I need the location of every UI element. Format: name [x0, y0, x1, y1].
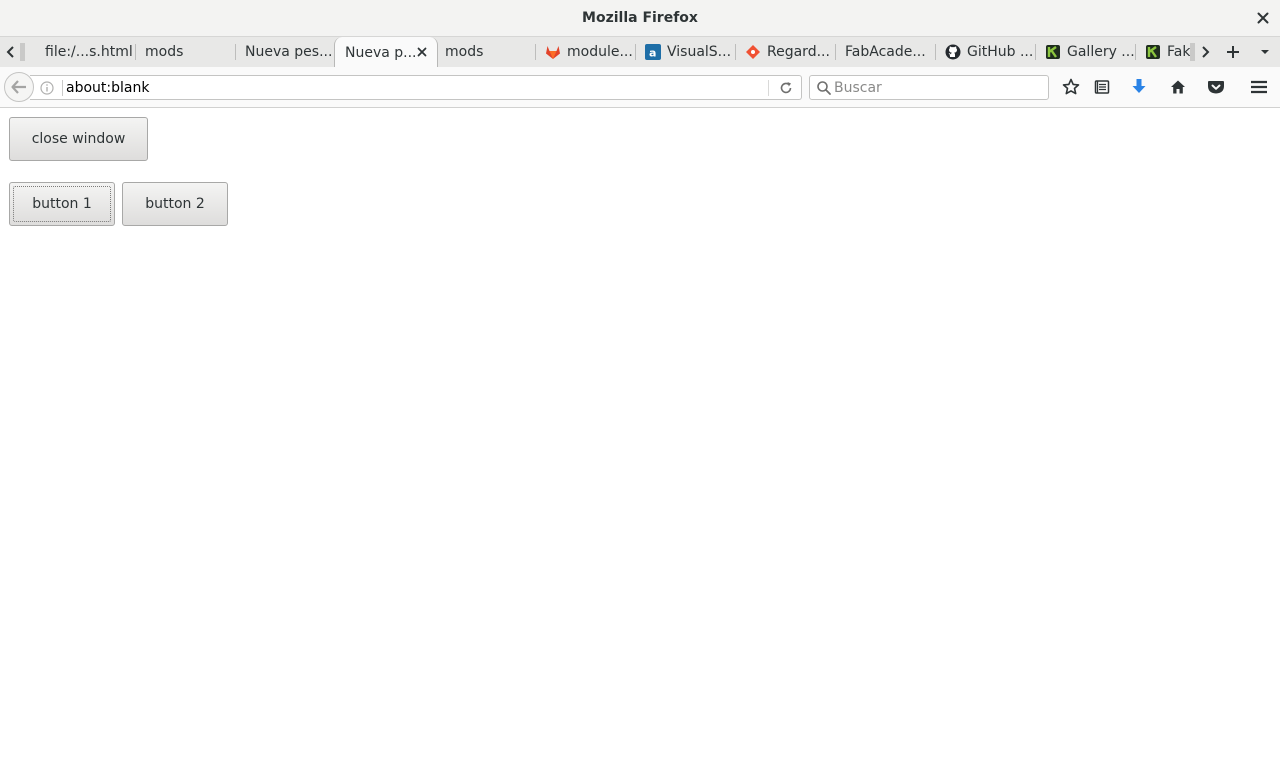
tab-label: module... [567, 44, 633, 60]
tab-label: Nueva pes... [245, 44, 333, 60]
scroll-tabs-left-icon[interactable] [0, 37, 22, 67]
download-arrow-icon[interactable] [1128, 76, 1150, 98]
a-box-icon: a [645, 44, 661, 60]
tab-fake[interactable]: Fake [1136, 37, 1194, 67]
tab-label: Gallery ... [1067, 44, 1135, 60]
tab-file[interactable]: file:/...s.html [36, 37, 136, 67]
git-diamond-icon [746, 45, 760, 59]
tab-label: Nueva p... [345, 44, 417, 61]
page-content: close window button 1 button 2 [0, 108, 1280, 773]
home-icon[interactable] [1167, 76, 1189, 98]
button-1[interactable]: button 1 [9, 182, 115, 226]
close-window-button[interactable]: close window [9, 117, 148, 161]
svg-text:a: a [649, 47, 656, 60]
gitlab-icon [546, 46, 560, 59]
tab-visualstudio[interactable]: a VisualS... [636, 37, 736, 67]
tab-regard[interactable]: Regard... [736, 37, 836, 67]
close-window-icon[interactable] [1252, 7, 1274, 29]
url-bar[interactable] [30, 75, 802, 100]
bookmarks-menu-icon[interactable] [1091, 76, 1113, 98]
tab-label: FabAcade... [845, 44, 926, 60]
tab-strip: file:/...s.html mods Nueva pes... Nueva … [0, 36, 1280, 68]
search-icon [817, 81, 831, 95]
tab-mods-2[interactable]: mods [436, 37, 536, 67]
pocket-icon[interactable] [1205, 76, 1227, 98]
tab-github[interactable]: GitHub ... [936, 37, 1036, 67]
scroll-tabs-right-icon[interactable] [1194, 37, 1216, 67]
search-bar[interactable] [809, 75, 1049, 100]
tab-label: Regard... [767, 44, 830, 60]
bookmark-star-icon[interactable] [1060, 76, 1082, 98]
tab-gallery[interactable]: Gallery ... [1036, 37, 1136, 67]
new-tab-plus-icon[interactable] [1222, 37, 1244, 67]
navigation-toolbar [0, 67, 1280, 108]
list-all-tabs-icon[interactable] [1254, 37, 1276, 67]
window-title: Mozilla Firefox [582, 10, 698, 26]
back-button[interactable] [4, 72, 34, 102]
hamburger-menu-icon[interactable] [1248, 76, 1270, 98]
info-icon[interactable] [40, 81, 54, 95]
button-2[interactable]: button 2 [122, 182, 228, 226]
tab-mods[interactable]: mods [136, 37, 236, 67]
search-input[interactable] [834, 78, 1044, 97]
tab-label: file:/...s.html [45, 44, 133, 60]
tab-label: GitHub ... [967, 44, 1034, 60]
github-icon [945, 44, 961, 60]
back-arrow-icon [11, 80, 26, 94]
k-logo-icon [1146, 45, 1160, 59]
reload-icon[interactable] [779, 81, 793, 95]
close-tab-icon[interactable] [415, 45, 429, 59]
tab-module[interactable]: module... [536, 37, 636, 67]
url-input[interactable] [66, 78, 766, 97]
tab-nueva-pestana[interactable]: Nueva pes... [236, 37, 336, 67]
tab-fabacademy[interactable]: FabAcade... [836, 37, 936, 67]
tab-overflow-fade [20, 43, 25, 61]
tab-nueva-active[interactable]: Nueva p... [334, 37, 438, 68]
tab-label: mods [145, 44, 184, 60]
tab-label: VisualS... [667, 44, 732, 60]
window-titlebar: Mozilla Firefox [0, 0, 1280, 36]
k-logo-icon [1046, 45, 1060, 59]
tab-label: mods [445, 44, 484, 60]
